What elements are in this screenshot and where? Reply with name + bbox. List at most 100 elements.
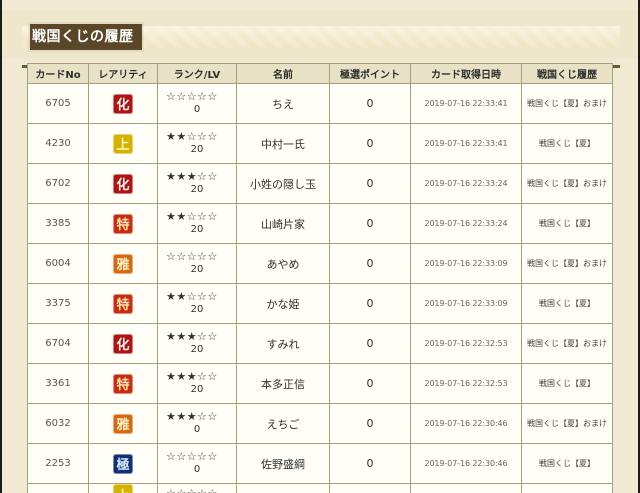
selection-points: 0 xyxy=(330,204,411,244)
card-level: 0 xyxy=(193,424,201,435)
rarity-badge-icon: 化 xyxy=(113,333,133,354)
card-level: 20 xyxy=(190,144,204,155)
rarity-badge-icon: 極 xyxy=(113,453,133,474)
lottery-history: 戦国くじ【夏】おまけ xyxy=(522,244,613,284)
card-name: 中村一氏 xyxy=(237,124,330,164)
card-name: あやめ xyxy=(237,244,330,284)
card-number: 3375 xyxy=(27,284,89,324)
acquired-at: 2019-07-16 22:33:41 xyxy=(411,124,522,164)
rarity-cell: 化 xyxy=(89,84,158,124)
rarity-cell: 極 xyxy=(89,444,158,484)
header-rarity: レアリティ xyxy=(89,63,158,84)
rank-stars: ★★☆☆☆ xyxy=(166,210,218,223)
acquired-at: 2019-07-16 22:33:09 xyxy=(411,244,522,284)
card-number: 6702 xyxy=(27,164,89,204)
table-row: 6704 化 ★★★☆☆ 20 すみれ 0 2019-07-16 22:32:53 戦国くじ【… xyxy=(27,324,613,364)
card-level: 0 xyxy=(193,104,201,115)
rank-level-cell: ☆☆☆☆☆ 20 xyxy=(158,244,237,284)
rank-stars: ★★☆☆☆ xyxy=(166,290,218,303)
acquired-at: 2019-07-16 22:33:24 xyxy=(411,164,522,204)
card-level: 20 xyxy=(190,264,204,275)
lottery-history: 戦国くじ【夏】おまけ xyxy=(522,164,613,204)
rarity-badge-icon: 雅 xyxy=(113,413,133,434)
rarity-cell: 雅 xyxy=(89,404,158,444)
rank-stars: ☆☆☆☆☆ xyxy=(166,250,218,263)
table-row: 3375 特 ★★☆☆☆ 20 かな姫 0 2019-07-16 22:33:09 戦国くじ【… xyxy=(27,284,613,324)
rarity-cell: 特 xyxy=(89,284,158,324)
lottery-history: 戦国くじ【夏】 xyxy=(522,124,613,164)
card-number xyxy=(27,484,89,493)
lottery-history: 戦国くじ【夏】 xyxy=(522,284,613,324)
rank-stars: ★★★☆☆ xyxy=(166,170,218,183)
card-name: ちえ xyxy=(237,84,330,124)
rarity-cell: 上 xyxy=(89,484,158,493)
table-row: 2253 極 ☆☆☆☆☆ 0 佐野盛綱 0 2019-07-16 22:30:46 戦国くじ【… xyxy=(27,444,613,484)
rarity-badge-icon: 雅 xyxy=(113,253,133,274)
history-header: 戦国くじの履歴 xyxy=(2,10,638,68)
rank-level-cell: ★★☆☆☆ 20 xyxy=(158,124,237,164)
lottery-history: 戦国くじ【夏】おまけ xyxy=(522,84,613,124)
rank-level-cell: ☆☆☆☆☆ 0 xyxy=(158,84,237,124)
rarity-badge-icon: 化 xyxy=(113,173,133,194)
rank-stars: ★★★☆☆ xyxy=(166,410,218,423)
rarity-badge-icon: 特 xyxy=(113,293,133,314)
lottery-history: 戦国くじ【夏】 xyxy=(522,444,613,484)
rank-level-cell: ★★☆☆☆ 20 xyxy=(158,204,237,244)
page-title: 戦国くじの履歴 xyxy=(30,24,142,50)
card-name: 佐野盛綱 xyxy=(237,444,330,484)
acquired-at xyxy=(411,484,522,493)
header-selection-points: 極選ポイント xyxy=(330,63,411,84)
acquired-at: 2019-07-16 22:32:53 xyxy=(411,364,522,404)
table-row: 3385 特 ★★☆☆☆ 20 山崎片家 0 2019-07-16 22:33:24 戦国くじ… xyxy=(27,204,613,244)
history-table: カードNo レアリティ ランク/LV 名前 極選ポイント カード取得日時 戦国く… xyxy=(27,63,613,493)
acquired-at: 2019-07-16 22:33:24 xyxy=(411,204,522,244)
header-card-no: カードNo xyxy=(27,63,89,84)
card-level: 0 xyxy=(193,464,201,475)
rank-stars: ★★★☆☆ xyxy=(166,330,218,343)
rarity-badge-icon: 特 xyxy=(113,373,133,394)
acquired-at: 2019-07-16 22:30:46 xyxy=(411,444,522,484)
card-name: かな姫 xyxy=(237,284,330,324)
rank-stars: ★★☆☆☆ xyxy=(166,130,218,143)
rank-level-cell: ★★★☆☆ 20 xyxy=(158,324,237,364)
acquired-at: 2019-07-16 22:33:41 xyxy=(411,84,522,124)
card-number: 6032 xyxy=(27,404,89,444)
rarity-badge-icon: 特 xyxy=(113,213,133,234)
selection-points: 0 xyxy=(330,284,411,324)
card-level: 20 xyxy=(190,384,204,395)
rarity-cell: 化 xyxy=(89,164,158,204)
card-name: 山崎片家 xyxy=(237,204,330,244)
card-name xyxy=(237,484,330,493)
card-number: 6704 xyxy=(27,324,89,364)
card-name: すみれ xyxy=(237,324,330,364)
selection-points: 0 xyxy=(330,324,411,364)
lottery-history xyxy=(522,484,613,493)
card-level: 20 xyxy=(190,344,204,355)
header-rank-level: ランク/LV xyxy=(158,63,237,84)
lottery-history: 戦国くじ【夏】 xyxy=(522,364,613,404)
rarity-cell: 雅 xyxy=(89,244,158,284)
card-number: 3385 xyxy=(27,204,89,244)
selection-points: 0 xyxy=(330,404,411,444)
rank-level-cell: ★★☆☆☆ 20 xyxy=(158,284,237,324)
rank-level-cell: ★★★☆☆ 20 xyxy=(158,164,237,204)
rank-stars: ☆☆☆☆☆ xyxy=(166,486,218,493)
selection-points: 0 xyxy=(330,124,411,164)
selection-points: 0 xyxy=(330,364,411,404)
rank-level-cell: ☆☆☆☆☆ 0 xyxy=(158,444,237,484)
rarity-cell: 特 xyxy=(89,364,158,404)
card-level: 20 xyxy=(190,304,204,315)
card-number: 4230 xyxy=(27,124,89,164)
card-level: 20 xyxy=(190,184,204,195)
history-table-container: カードNo レアリティ ランク/LV 名前 極選ポイント カード取得日時 戦国く… xyxy=(27,63,613,493)
table-row: 4230 上 ★★☆☆☆ 20 中村一氏 0 2019-07-16 22:33:41 戦国くじ… xyxy=(27,124,613,164)
rarity-cell: 上 xyxy=(89,124,158,164)
card-number: 2253 xyxy=(27,444,89,484)
left-frame xyxy=(0,0,2,493)
rank-stars: ☆☆☆☆☆ xyxy=(166,450,218,463)
rarity-badge-icon: 化 xyxy=(113,93,133,114)
header-lottery-history: 戦国くじ履歴 xyxy=(522,63,613,84)
lottery-history: 戦国くじ【夏】おまけ xyxy=(522,404,613,444)
rank-level-cell: ☆☆☆☆☆ xyxy=(158,484,237,493)
card-number: 6705 xyxy=(27,84,89,124)
